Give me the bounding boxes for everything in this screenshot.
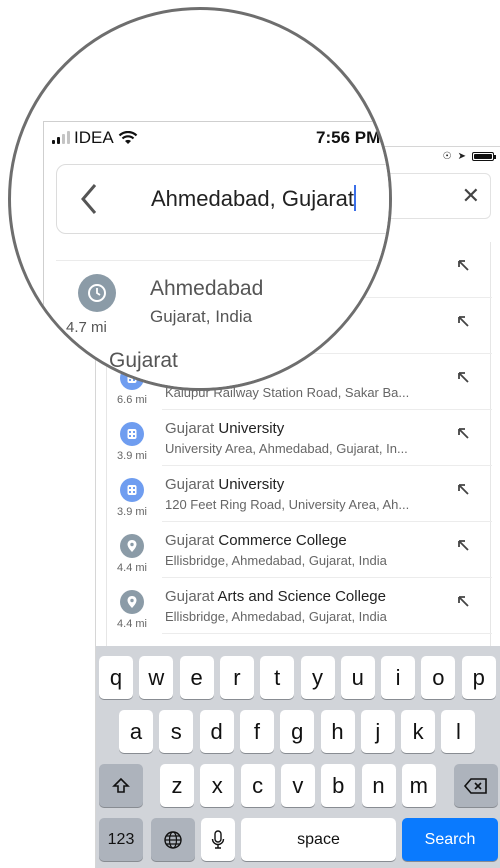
- key-m[interactable]: m: [401, 764, 436, 807]
- signal-bar: [52, 140, 55, 144]
- key-o[interactable]: o: [421, 656, 456, 699]
- result-title: Gujarat University: [165, 420, 285, 437]
- key-e[interactable]: e: [179, 656, 214, 699]
- key-f[interactable]: f: [239, 710, 274, 753]
- status-icons-right: ☉ ➤: [442, 151, 496, 162]
- key-z[interactable]: z: [160, 764, 194, 807]
- microphone-icon: [211, 829, 225, 849]
- key-x[interactable]: x: [200, 764, 235, 807]
- transit-icon: [120, 478, 144, 502]
- fill-query-arrow-icon[interactable]: [456, 482, 470, 496]
- result-row[interactable]: 4.4 mi Gujarat Arts and Science College El…: [107, 578, 492, 634]
- key-g[interactable]: g: [280, 710, 315, 753]
- fill-query-arrow-icon[interactable]: [456, 314, 470, 328]
- key-w[interactable]: w: [139, 656, 174, 699]
- result-subtitle: University Area, Ahmedabad, Gujarat, In.…: [165, 441, 408, 456]
- result-distance: 4.4 mi: [117, 562, 147, 574]
- key-r[interactable]: r: [219, 656, 254, 699]
- fill-query-arrow-icon[interactable]: [456, 594, 470, 608]
- signal-bar: [57, 137, 60, 144]
- result-row[interactable]: 3.9 mi Gujarat University 120 Feet Ring Ro…: [107, 466, 492, 522]
- dictation-key[interactable]: [201, 818, 235, 861]
- result-title: Gujarat Arts and Science College: [165, 588, 386, 605]
- key-y[interactable]: y: [300, 656, 335, 699]
- result-subtitle: Gujarat, India: [150, 307, 253, 326]
- search-query[interactable]: Ahmedabad, Gujarat: [151, 185, 357, 212]
- fill-query-arrow-icon[interactable]: [456, 370, 470, 384]
- status-time: 7:56 PM: [316, 128, 381, 147]
- close-icon[interactable]: ✕: [462, 184, 480, 208]
- shift-icon: [112, 777, 130, 793]
- result-subtitle: Ellisbridge, Ahmedabad, Gujarat, India: [165, 553, 387, 568]
- result-row[interactable]: 3.9 mi Gujarat University University Area,…: [107, 410, 492, 466]
- signal-bar: [62, 134, 65, 144]
- key-c[interactable]: c: [240, 764, 275, 807]
- signal-icon: [52, 131, 70, 144]
- result-subtitle: Ellisbridge, Ahmedabad, Gujarat, India: [165, 609, 387, 624]
- result-distance: 3.9 mi: [117, 450, 147, 462]
- result-gujarat-magnified-title: Gujarat: [109, 349, 178, 372]
- key-a[interactable]: a: [119, 710, 153, 753]
- key-l[interactable]: l: [441, 710, 476, 753]
- key-b[interactable]: b: [321, 764, 356, 807]
- key-h[interactable]: h: [320, 710, 355, 753]
- result-subtitle: 120 Feet Ring Road, University Area, Ah.…: [165, 497, 410, 512]
- result-distance: 4.7 mi: [66, 319, 107, 336]
- result-distance: 3.9 mi: [117, 506, 147, 518]
- result-title: Ahmedabad: [150, 277, 264, 300]
- text-caret: [354, 185, 357, 211]
- numbers-key[interactable]: 123: [99, 818, 143, 861]
- transit-icon: [120, 422, 144, 446]
- key-s[interactable]: s: [159, 710, 194, 753]
- key-u[interactable]: u: [340, 656, 375, 699]
- key-t[interactable]: t: [260, 656, 295, 699]
- result-title: Gujarat Commerce College: [165, 532, 347, 549]
- key-k[interactable]: k: [401, 710, 436, 753]
- clock-icon: [78, 274, 116, 312]
- search-input[interactable]: Ahmedabad, Gujarat: [56, 164, 389, 234]
- wifi-icon: [118, 131, 137, 144]
- fill-query-arrow-icon[interactable]: [456, 538, 470, 552]
- magnified-screen: IDEA 7:56 PM Ahmedabad, Gujarat 4.7 mi A…: [43, 121, 389, 388]
- result-distance: 6.6 mi: [117, 394, 147, 406]
- fill-query-arrow-icon[interactable]: [456, 426, 470, 440]
- battery-icon: [472, 152, 496, 161]
- result-distance: 4.4 mi: [117, 618, 147, 630]
- result-ahmedabad-magnified[interactable]: 4.7 mi Ahmedabad Gujarat, India: [56, 260, 389, 370]
- backspace-icon: [463, 777, 487, 794]
- fill-query-arrow-icon[interactable]: [456, 258, 470, 272]
- result-row[interactable]: 4.4 mi Gujarat Commerce College Ellisbridg…: [107, 522, 492, 578]
- key-n[interactable]: n: [361, 764, 396, 807]
- carrier-label: IDEA: [74, 128, 114, 147]
- globe-icon: [164, 830, 182, 849]
- key-q[interactable]: q: [99, 656, 133, 699]
- result-title: Gujarat University: [165, 476, 285, 493]
- orientation-lock-icon: ☉: [442, 151, 452, 162]
- place-icon: [120, 534, 144, 558]
- key-j[interactable]: j: [360, 710, 395, 753]
- key-i[interactable]: i: [381, 656, 416, 699]
- key-d[interactable]: d: [199, 710, 234, 753]
- globe-key[interactable]: [151, 818, 195, 861]
- key-v[interactable]: v: [280, 764, 315, 807]
- key-p[interactable]: p: [461, 656, 496, 699]
- status-bar-left: IDEA: [52, 128, 138, 148]
- chevron-left-icon[interactable]: [77, 181, 101, 217]
- space-key[interactable]: space: [241, 818, 396, 861]
- signal-bar: [67, 131, 70, 144]
- shift-key[interactable]: [99, 764, 143, 807]
- search-key[interactable]: Search: [402, 818, 498, 861]
- keyboard: q w e r t y u i o p a s d f g h j k l z x c v b n m 123 space Search: [96, 646, 500, 868]
- backspace-key[interactable]: [454, 764, 498, 807]
- location-arrow-icon: ➤: [457, 151, 466, 162]
- place-icon: [120, 590, 144, 614]
- magnifier-overlay: IDEA 7:56 PM Ahmedabad, Gujarat 4.7 mi A…: [8, 7, 392, 391]
